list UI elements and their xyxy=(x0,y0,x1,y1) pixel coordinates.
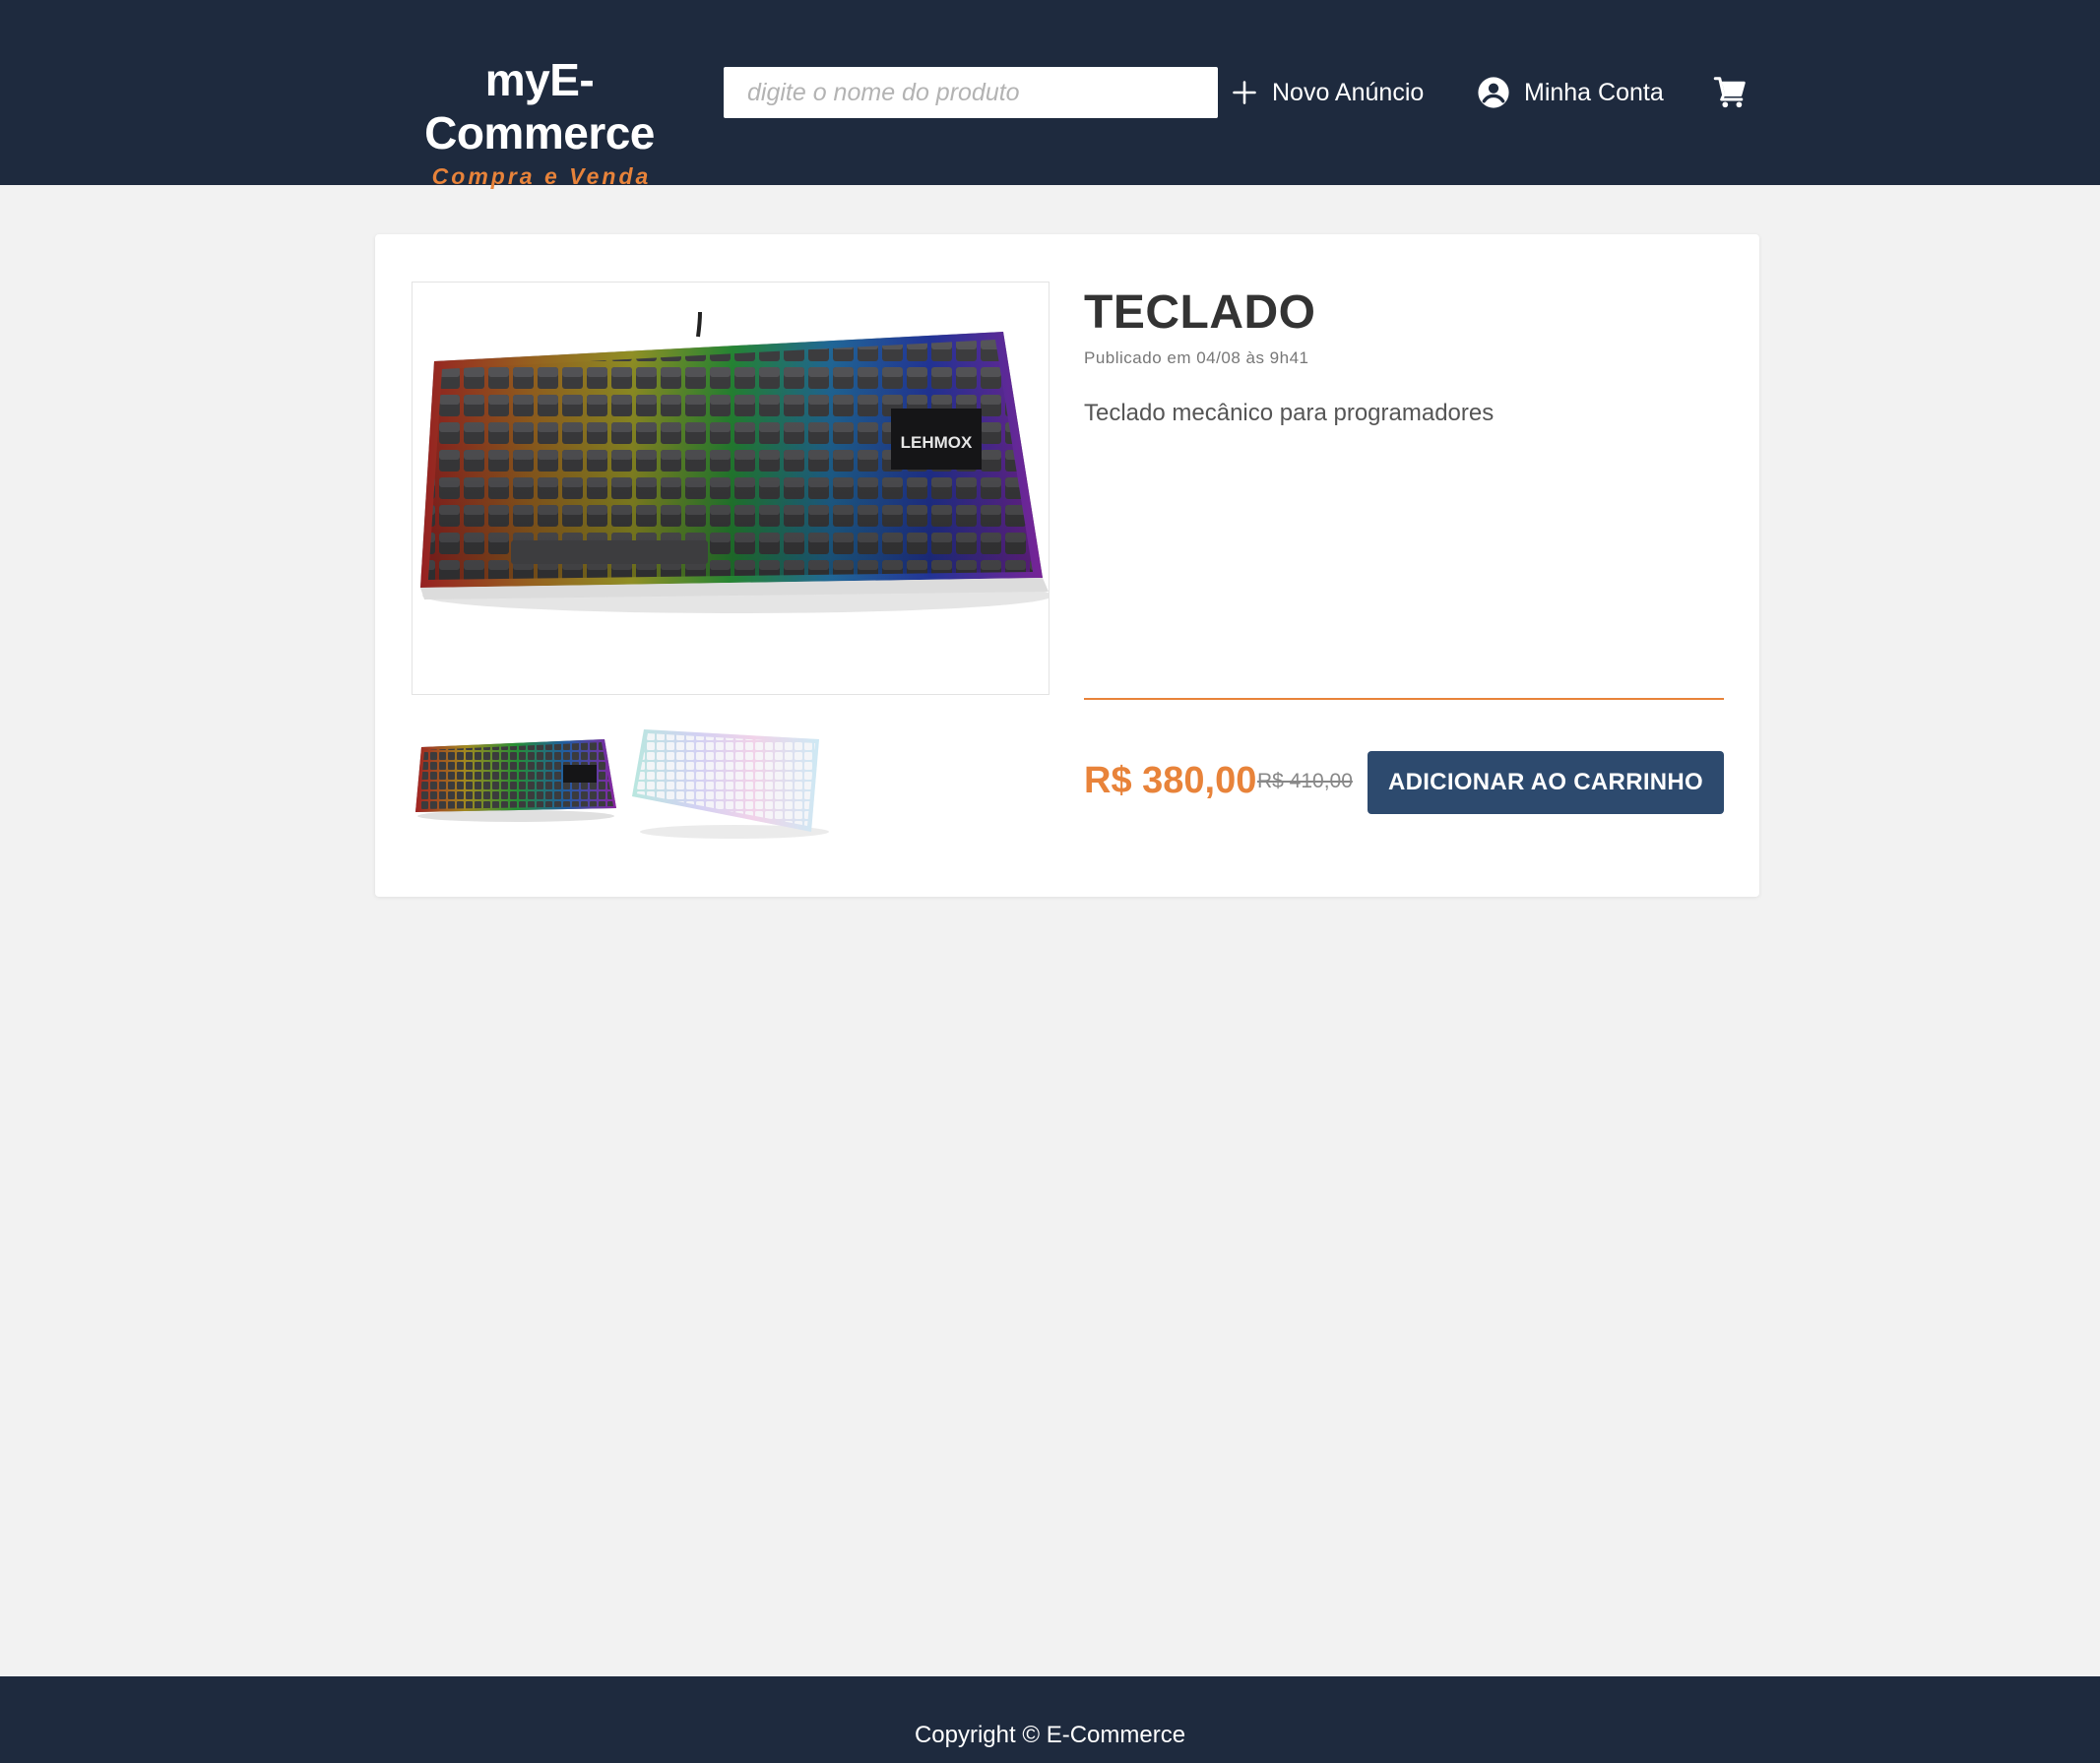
shopping-cart-icon xyxy=(1713,75,1749,110)
price-divider xyxy=(1084,698,1724,700)
logo-title: myE-Commerce xyxy=(424,54,655,158)
old-price: R$ 410,00 xyxy=(1257,770,1353,792)
thumbnail-white-keyboard[interactable] xyxy=(626,722,835,850)
svg-text:LEHMOX: LEHMOX xyxy=(901,433,973,452)
my-account-label: Minha Conta xyxy=(1524,78,1664,106)
logo-subtitle: Compra e Venda xyxy=(431,163,652,189)
top-header: myE-Commerce Compra e Venda Novo Anúncio… xyxy=(0,0,2100,189)
footer: Copyright © E-Commerce xyxy=(0,1676,2100,1763)
new-listing-label: Novo Anúncio xyxy=(1272,78,1425,106)
current-price: R$ 380,00 xyxy=(1084,760,1257,801)
page: myE-Commerce Compra e Venda Novo Anúncio… xyxy=(0,0,2100,1763)
cart-button[interactable] xyxy=(1713,71,1749,114)
published-date: Publicado em 04/08 às 9h41 xyxy=(1084,348,1309,367)
account-circle-icon xyxy=(1477,76,1510,109)
copyright-text: Copyright © E-Commerce xyxy=(914,1722,1186,1748)
product-description: Teclado mecânico para programadores xyxy=(1084,400,1495,426)
thumbnail-black-keyboard[interactable] xyxy=(412,722,620,850)
product-main-image: LEHMOX xyxy=(412,282,1050,695)
plus-icon xyxy=(1231,79,1258,106)
new-listing-link[interactable]: Novo Anúncio xyxy=(1231,71,1424,114)
search-input[interactable] xyxy=(724,67,1218,118)
product-card: LEHMOX TECLADO Publicado em 04/08 às 9h4… xyxy=(375,234,1759,897)
my-account-link[interactable]: Minha Conta xyxy=(1477,71,1664,114)
logo[interactable]: myE-Commerce Compra e Venda xyxy=(372,53,707,190)
add-to-cart-button[interactable]: ADICIONAR AO CARRINHO xyxy=(1368,751,1724,814)
product-title: TECLADO xyxy=(1084,286,1316,339)
